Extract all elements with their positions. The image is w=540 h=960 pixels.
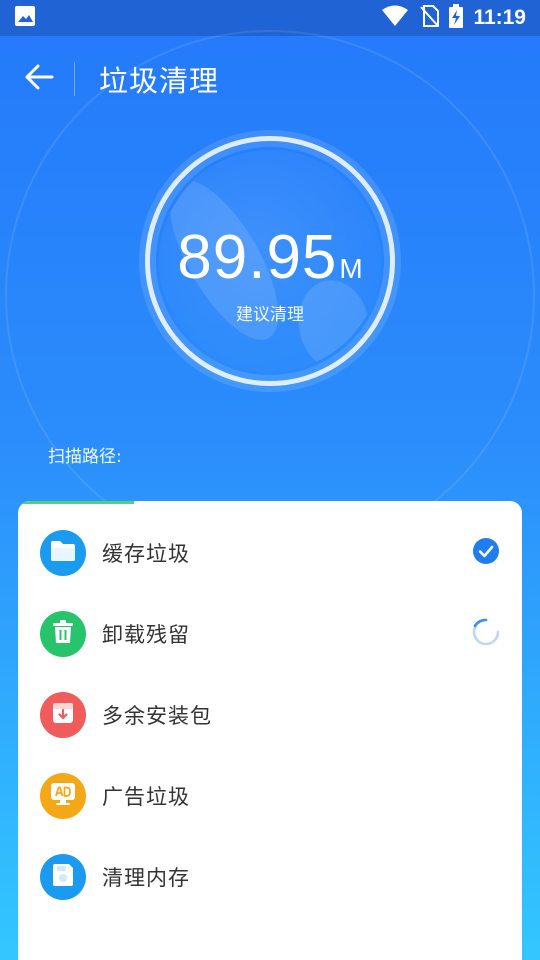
item-icon-badge xyxy=(40,853,86,900)
item-status xyxy=(472,618,500,650)
item-icon-badge xyxy=(40,772,86,819)
item-icon-badge xyxy=(40,529,86,576)
item-icon-badge xyxy=(40,691,86,738)
list-item-cache-junk[interactable]: 缓存垃圾 xyxy=(18,512,522,593)
battery-charging-icon xyxy=(449,4,464,32)
scan-path-label: 扫描路径: xyxy=(48,447,122,467)
memory-card-icon xyxy=(52,863,74,891)
junk-size-gauge: 89.95M 建议清理 xyxy=(145,136,395,386)
header: 垃圾清理 xyxy=(0,44,540,114)
scan-progress-bar xyxy=(18,501,134,504)
item-label: 缓存垃圾 xyxy=(102,541,190,566)
item-label: 卸载残留 xyxy=(102,622,190,647)
ad-icon xyxy=(50,782,76,810)
package-icon xyxy=(51,701,75,729)
list-item-ad-junk[interactable]: 广告垃圾 xyxy=(18,755,522,836)
list-item-clean-memory[interactable]: 清理内存 xyxy=(18,836,522,917)
status-time: 11:19 xyxy=(473,6,526,29)
check-circle-icon xyxy=(472,537,500,569)
junk-size-value: 89.95M xyxy=(145,222,395,293)
wifi-icon xyxy=(381,5,409,31)
status-right: 11:19 xyxy=(381,4,526,32)
junk-size-number: 89.95 xyxy=(177,223,338,292)
trash-icon xyxy=(52,619,74,648)
item-status xyxy=(472,537,500,569)
no-sim-icon xyxy=(419,5,440,31)
scan-category-list: 缓存垃圾 卸载残留 多余安装包 广告垃圾 清理内存 xyxy=(18,512,522,917)
list-item-uninstall-residue[interactable]: 卸载残留 xyxy=(18,593,522,674)
gauge-caption: 建议清理 xyxy=(236,305,304,325)
page-title: 垃圾清理 xyxy=(99,64,220,98)
folder-icon xyxy=(50,540,76,566)
arrow-left-icon xyxy=(24,62,54,96)
item-label: 多余安装包 xyxy=(102,703,212,728)
scan-results-card: 缓存垃圾 卸载残留 多余安装包 广告垃圾 清理内存 xyxy=(18,501,522,960)
item-status xyxy=(472,701,500,729)
list-item-redundant-packages[interactable]: 多余安装包 xyxy=(18,674,522,755)
header-divider xyxy=(74,62,75,96)
status-left xyxy=(14,5,36,31)
item-status xyxy=(472,863,500,891)
back-button[interactable] xyxy=(8,44,70,114)
item-icon-badge xyxy=(40,610,86,657)
item-label: 清理内存 xyxy=(102,865,190,890)
item-label: 广告垃圾 xyxy=(102,784,190,809)
loading-spinner-icon xyxy=(472,618,500,650)
junk-size-unit: M xyxy=(339,253,363,284)
image-icon xyxy=(14,5,36,31)
item-status xyxy=(472,782,500,810)
